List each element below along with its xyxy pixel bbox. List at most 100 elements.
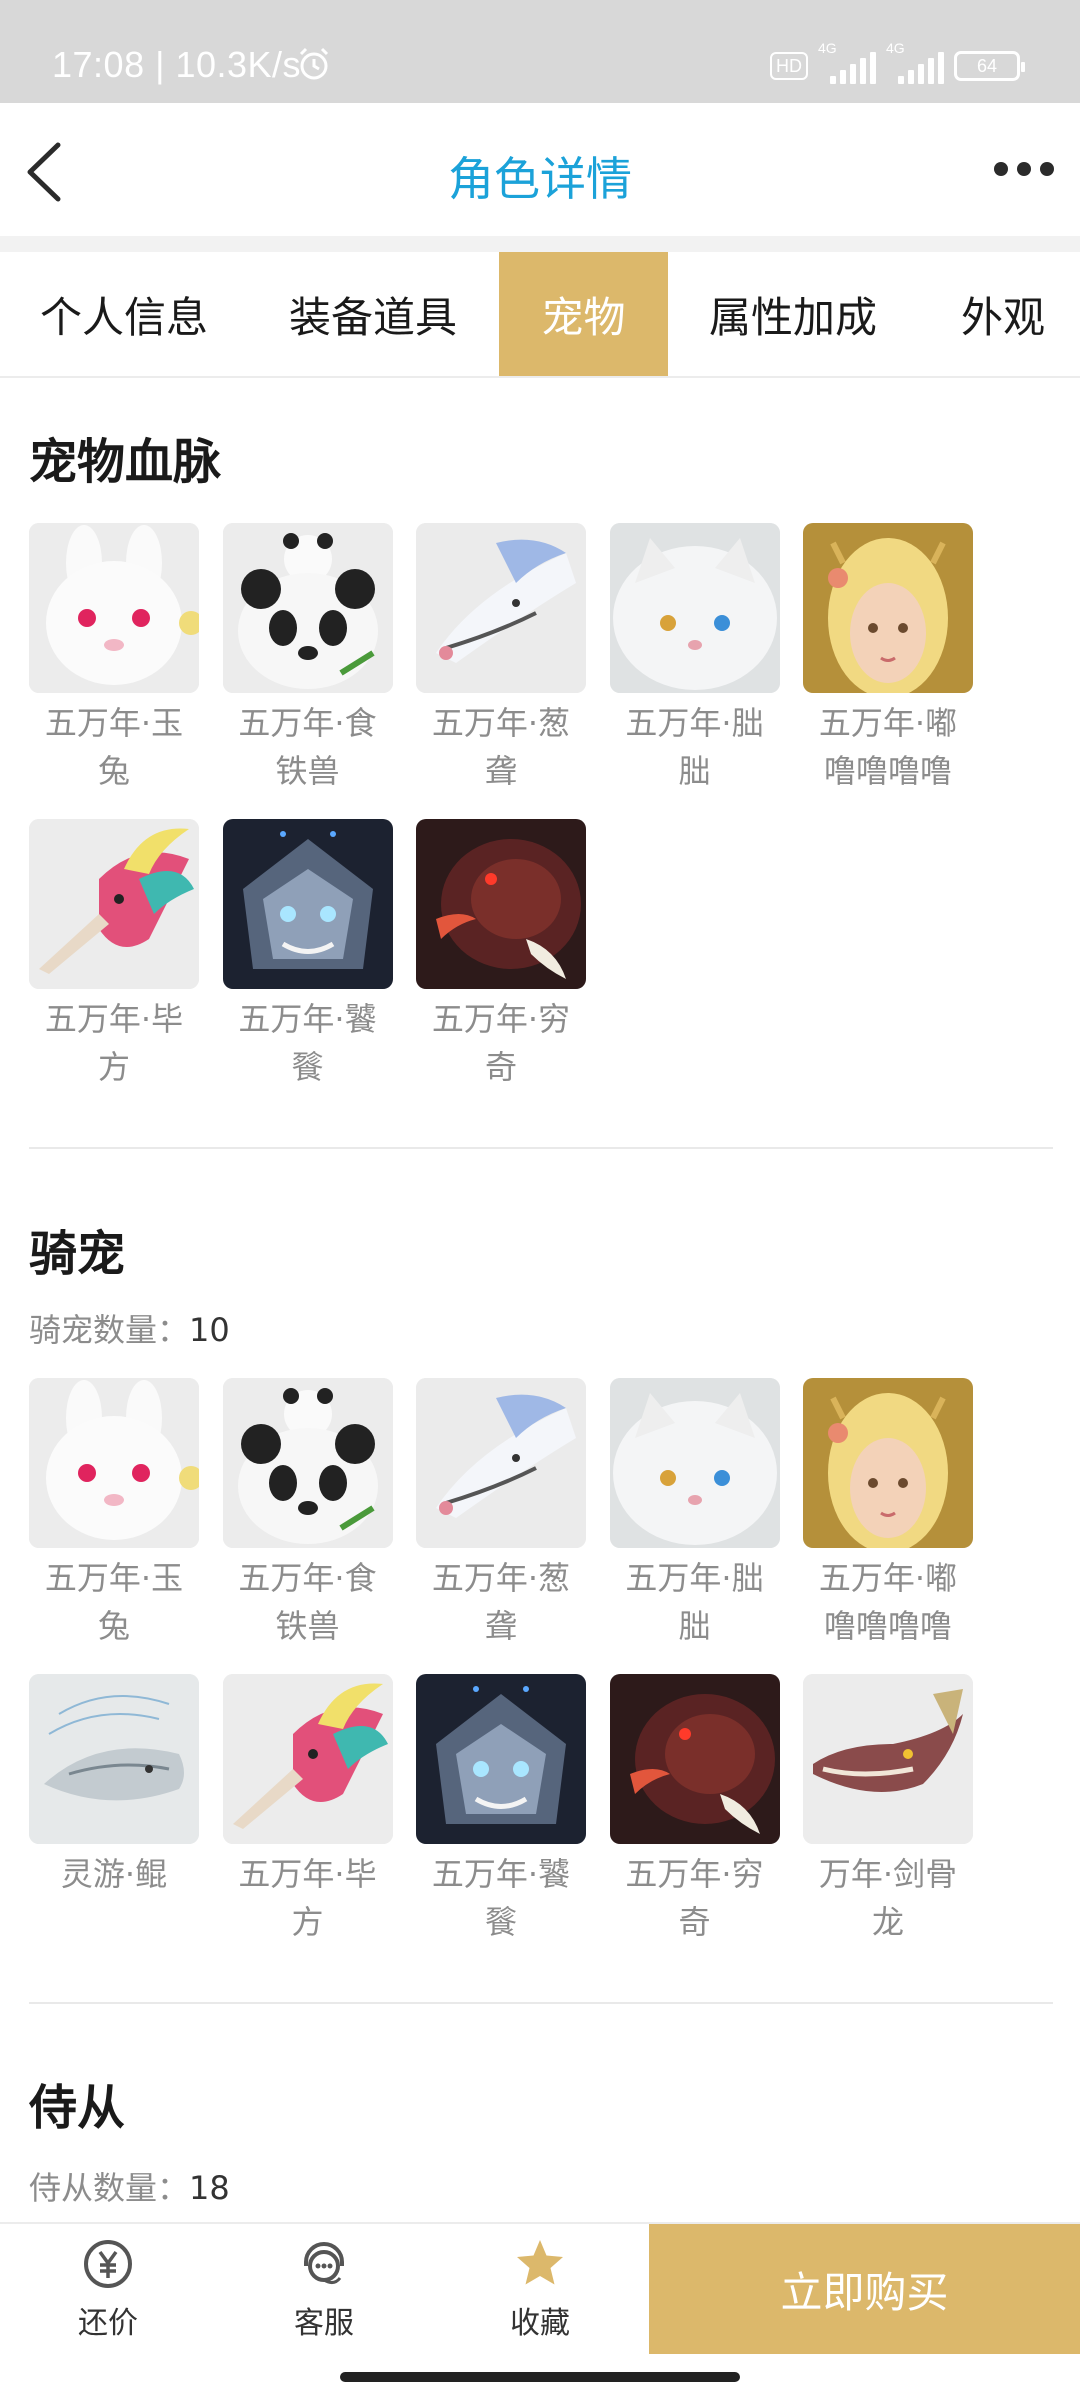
pet-name-line1: 五万年·葱 <box>431 704 571 742</box>
pet-name-line1: 灵游·鲲 <box>60 1855 168 1893</box>
tab-appearance[interactable]: 外观 <box>918 252 1080 376</box>
status-time: 17:08 | 10.3K/s <box>52 44 302 85</box>
mount-card[interactable]: 五万年·嘟噜噜噜噜 <box>803 1378 973 1650</box>
follower-count: 侍从数量：18 <box>29 2169 230 2207</box>
pet-portrait <box>222 819 393 989</box>
pet-card[interactable]: 五万年·饕餮 <box>222 819 393 1091</box>
pet-name-line1: 五万年·饕 <box>431 1855 571 1893</box>
mount-card[interactable]: 五万年·朏朏 <box>609 1378 780 1650</box>
pet-name: 五万年·食 铁兽 <box>223 1554 393 1650</box>
page-title: 角色详情 <box>448 152 632 206</box>
star-icon <box>517 2240 563 2285</box>
pet-portrait <box>416 523 586 693</box>
pet-portrait <box>222 1674 393 1844</box>
pet-name-line1: 五万年·食 <box>238 704 377 742</box>
pet-portrait <box>222 523 393 693</box>
pet-card[interactable]: 五万年·食 铁兽 <box>222 523 393 795</box>
customer-service-button[interactable]: 客服 <box>224 2224 424 2354</box>
pet-name-line2: 朏 <box>678 752 711 790</box>
pet-name-line1: 五万年·毕 <box>44 1000 184 1038</box>
pet-card[interactable]: 五万年·穷奇 <box>416 819 586 1091</box>
pet-card[interactable]: 五万年·葱聋 <box>416 523 586 795</box>
pet-name-line2: 铁兽 <box>275 1607 340 1645</box>
headset-icon <box>304 2242 344 2285</box>
mount-card[interactable]: 万年·剑骨龙 <box>803 1674 973 1946</box>
pet-portrait <box>29 523 199 693</box>
mount-card[interactable]: 灵游·鲲 <box>29 1674 199 1898</box>
pet-card[interactable]: 五万年·毕方 <box>29 819 199 1091</box>
pet-name: 五万年·穷奇 <box>610 1850 780 1946</box>
status-icons: HD 4G 4G 64 <box>770 40 1025 84</box>
pet-name-line2: 聋 <box>484 1607 517 1645</box>
pet-name-line2: 噜噜噜噜 <box>823 752 952 790</box>
pet-name-line1: 五万年·朏 <box>625 704 764 742</box>
pet-portrait <box>29 819 199 989</box>
pet-name: 五万年·毕方 <box>223 1850 393 1946</box>
divider <box>29 1147 1053 1149</box>
pet-portrait <box>609 1378 780 1548</box>
pet-name-line1: 五万年·玉 <box>44 1559 184 1597</box>
pet-name: 五万年·食 铁兽 <box>223 699 393 795</box>
mount-card[interactable]: 五万年·食 铁兽 <box>222 1378 393 1650</box>
section-title-pet-bloodline: 宠物血脉 <box>29 434 222 490</box>
pet-name-line1: 五万年·穷 <box>431 1000 571 1038</box>
pet-name-line2: 奇 <box>484 1048 517 1086</box>
pet-name: 五万年·毕方 <box>29 995 199 1091</box>
bargain-button[interactable]: 还价 <box>8 2224 208 2354</box>
mount-card[interactable]: 五万年·穷奇 <box>609 1674 780 1946</box>
pet-portrait <box>803 1674 973 1844</box>
favorite-button[interactable]: 收藏 <box>440 2224 640 2354</box>
section-title-followers: 侍从 <box>29 2080 126 2136</box>
divider <box>29 2002 1053 2004</box>
tab-equipment[interactable]: 装备道具 <box>248 252 498 376</box>
mount-card[interactable]: 五万年·葱聋 <box>416 1378 586 1650</box>
mount-card[interactable]: 五万年·毕方 <box>222 1674 393 1946</box>
mount-count: 骑宠数量：10 <box>29 1311 230 1349</box>
home-indicator <box>340 2372 740 2382</box>
pet-name-line2: 龙 <box>871 1903 904 1941</box>
pet-name-line1: 五万年·毕 <box>238 1855 377 1893</box>
tab-bar: 个人信息 装备道具 宠物 属性加成 外观 <box>0 252 1080 378</box>
battery-icon: 64 <box>954 51 1025 81</box>
pet-name: 五万年·饕餮 <box>223 995 393 1091</box>
pet-name: 五万年·玉兔 <box>29 699 199 795</box>
pet-card[interactable]: 五万年·朏朏 <box>609 523 780 795</box>
yuan-circle-icon <box>84 2240 132 2288</box>
tab-personal-info[interactable]: 个人信息 <box>0 252 248 376</box>
pet-name: 五万年·嘟噜噜噜噜 <box>803 1554 973 1650</box>
tab-attributes[interactable]: 属性加成 <box>668 252 918 376</box>
pet-name: 五万年·饕餮 <box>416 1850 586 1946</box>
pet-portrait <box>416 1378 586 1548</box>
pet-name: 五万年·玉兔 <box>29 1554 199 1650</box>
more-dots-icon[interactable] <box>994 158 1054 180</box>
header-divider <box>0 236 1080 252</box>
pet-name: 五万年·穷奇 <box>416 995 586 1091</box>
pet-name: 灵游·鲲 <box>29 1850 199 1898</box>
pet-name: 万年·剑骨龙 <box>803 1850 973 1946</box>
pet-name: 五万年·朏朏 <box>610 699 780 795</box>
buy-now-button[interactable]: 立即购买 <box>649 2224 1080 2354</box>
bottom-action-bar: 还价 客服 收藏 立即购买 <box>0 2222 1080 2354</box>
signal-icon: 4G <box>818 40 876 84</box>
section-title-mounts: 骑宠 <box>29 1226 126 1282</box>
pet-name: 五万年·葱聋 <box>416 699 586 795</box>
pet-card[interactable]: 五万年·玉兔 <box>29 523 199 795</box>
tab-pets[interactable]: 宠物 <box>499 252 668 376</box>
pet-name-line1: 五万年·饕 <box>238 1000 377 1038</box>
pet-portrait <box>222 1378 393 1548</box>
pet-portrait <box>609 523 780 693</box>
pet-name-line1: 五万年·嘟 <box>818 1559 958 1597</box>
hd-badge: HD <box>770 52 808 80</box>
pet-name-line2: 奇 <box>678 1903 711 1941</box>
mount-card[interactable]: 五万年·饕餮 <box>416 1674 586 1946</box>
pet-name-line1: 万年·剑骨 <box>818 1855 958 1893</box>
signal-icon: 4G <box>886 40 944 84</box>
pet-name-line1: 五万年·穷 <box>625 1855 764 1893</box>
status-bar: 17:08 | 10.3K/s HD 4G 4G 64 <box>0 0 1080 103</box>
app-header: 角色详情 <box>0 103 1080 236</box>
pet-portrait <box>803 523 973 693</box>
mount-card[interactable]: 五万年·玉兔 <box>29 1378 199 1650</box>
pet-name-line2: 噜噜噜噜 <box>823 1607 952 1645</box>
pet-name-line1: 五万年·嘟 <box>818 704 958 742</box>
pet-card[interactable]: 五万年·嘟噜噜噜噜 <box>803 523 973 795</box>
